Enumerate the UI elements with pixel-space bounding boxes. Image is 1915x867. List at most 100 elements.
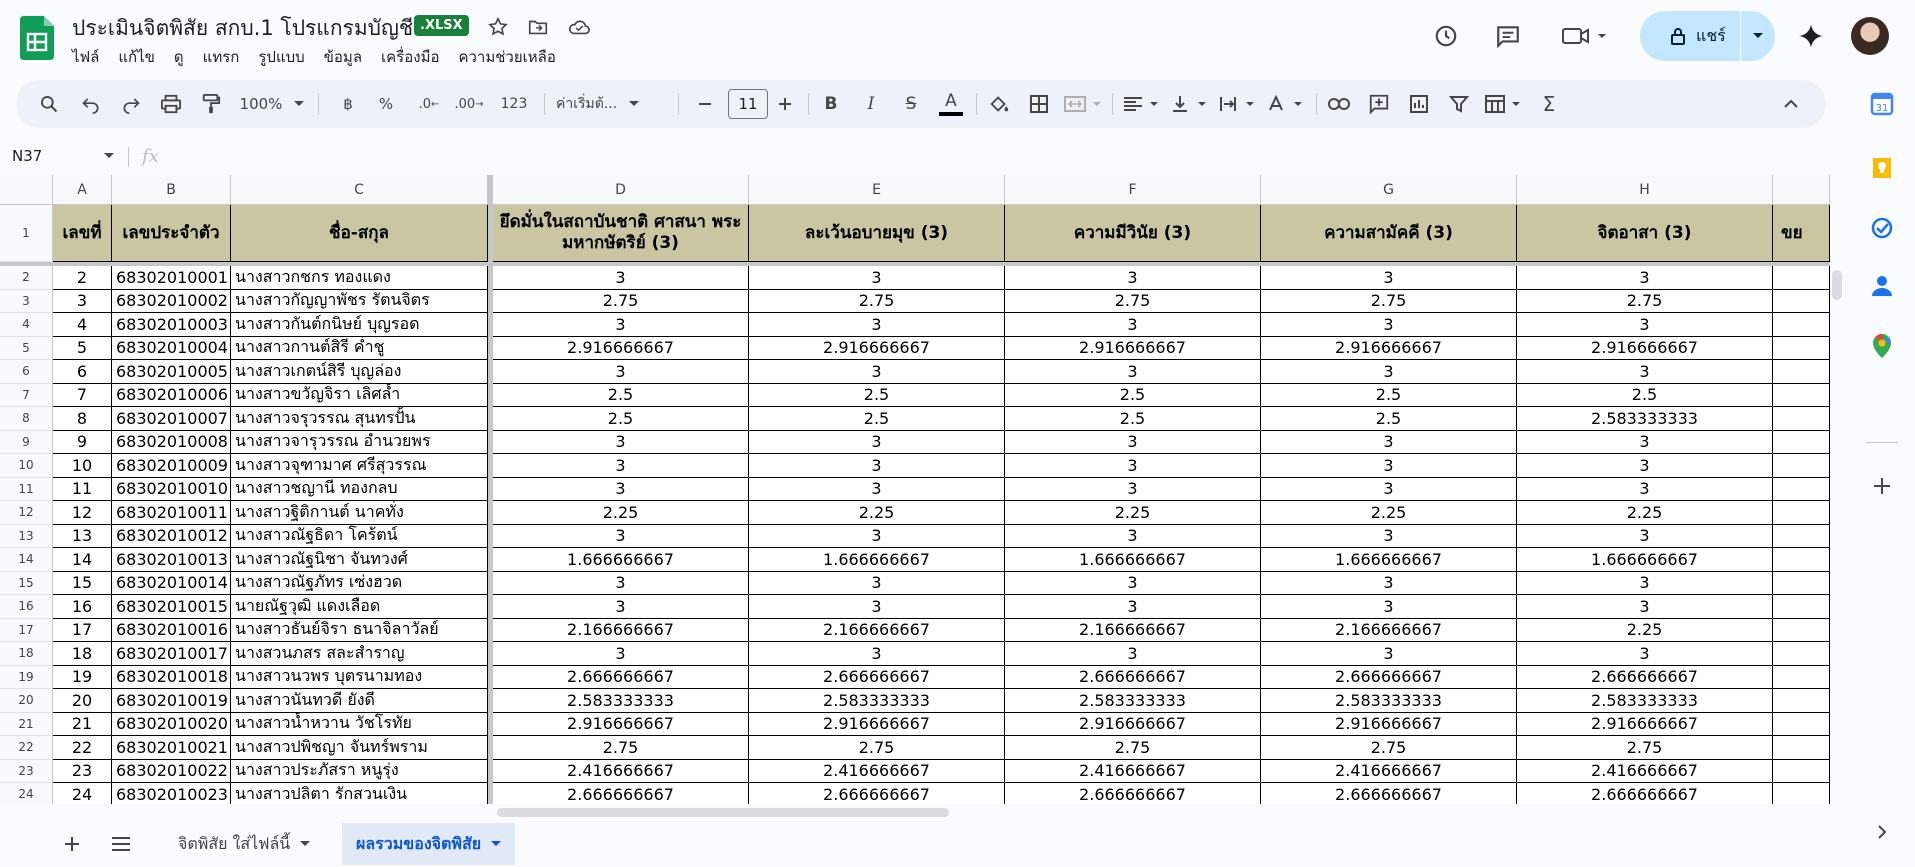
strikethrough-button[interactable]: S [896, 80, 926, 128]
table-cell[interactable]: 2.25 [1261, 501, 1517, 525]
name-box[interactable]: N37 [12, 147, 42, 165]
avatar[interactable] [1851, 17, 1889, 55]
row-header[interactable]: 16 [0, 595, 53, 619]
table-cell[interactable]: 3 [1517, 524, 1773, 548]
move-folder-icon[interactable] [525, 14, 551, 40]
table-cell[interactable]: 3 [1261, 524, 1517, 548]
header-cell[interactable]: จิตอาสา (3) [1517, 205, 1773, 262]
table-cell[interactable]: 3 [1005, 642, 1261, 666]
percent-button[interactable]: % [374, 80, 398, 128]
table-cell[interactable] [1773, 501, 1830, 525]
menu-help[interactable]: ความช่วยเหลือ [458, 45, 564, 69]
history-icon[interactable] [1428, 18, 1464, 54]
insert-chart-icon[interactable] [1404, 80, 1434, 128]
table-cell[interactable]: 2.916666667 [1517, 712, 1773, 736]
sheet-tab-summary[interactable]: ผลรวมของจิตพิสัย [342, 823, 516, 865]
table-cell[interactable]: นายณัฐวุฒิ แดงเลือด [231, 595, 488, 619]
table-cell[interactable]: 68302010009 [112, 454, 231, 478]
row-header[interactable]: 8 [0, 407, 53, 431]
table-cell[interactable]: 3 [1261, 595, 1517, 619]
table-cell[interactable] [1773, 430, 1830, 454]
table-cell[interactable]: 3 [493, 642, 749, 666]
formula-input[interactable] [172, 144, 1812, 170]
table-cell[interactable]: 3 [1005, 595, 1261, 619]
chevron-down-icon[interactable] [104, 153, 114, 159]
table-cell[interactable]: 2.916666667 [1005, 336, 1261, 360]
table-cell[interactable]: 3 [1005, 430, 1261, 454]
table-cell[interactable]: 2.583333333 [493, 689, 749, 713]
table-cell[interactable]: 3 [1005, 266, 1261, 290]
menu-tools[interactable]: เครื่องมือ [381, 45, 448, 69]
column-header-g[interactable]: G [1261, 175, 1517, 205]
table-cell[interactable]: 2.75 [1005, 289, 1261, 313]
all-sheets-icon[interactable] [105, 828, 137, 860]
table-cell[interactable]: 10 [53, 454, 112, 478]
collapse-toolbar-icon[interactable] [1776, 80, 1806, 128]
text-rotation-icon[interactable] [1264, 80, 1308, 128]
row-header[interactable]: 7 [0, 383, 53, 407]
table-cell[interactable]: 3 [1517, 642, 1773, 666]
table-cell[interactable]: 68302010018 [112, 665, 231, 689]
table-cell[interactable] [1773, 383, 1830, 407]
table-cell[interactable]: นางสาวขวัญจิรา เลิศล้ำ [231, 383, 488, 407]
table-cell[interactable]: 18 [53, 642, 112, 666]
row-header[interactable]: 2 [0, 266, 53, 290]
row-header[interactable]: 15 [0, 571, 53, 595]
borders-icon[interactable] [1024, 80, 1054, 128]
table-cell[interactable]: 22 [53, 736, 112, 760]
table-cell[interactable]: 2.916666667 [493, 712, 749, 736]
table-cell[interactable]: 2.25 [1005, 501, 1261, 525]
table-cell[interactable]: 68302010004 [112, 336, 231, 360]
share-button[interactable]: แชร์ [1640, 11, 1775, 61]
table-cell[interactable]: นางสาวจรุวรรณ สุนทรปั้น [231, 407, 488, 431]
table-cell[interactable]: 2.666666667 [1517, 783, 1773, 804]
bold-button[interactable]: B [816, 80, 846, 128]
row-header[interactable]: 4 [0, 313, 53, 337]
zoom-select[interactable]: 100% [238, 80, 306, 128]
font-size-input[interactable]: 11 [728, 89, 768, 119]
table-cell[interactable] [1773, 712, 1830, 736]
table-cell[interactable]: 3 [53, 289, 112, 313]
star-icon[interactable] [485, 14, 511, 40]
table-cell[interactable]: 3 [749, 313, 1005, 337]
table-cell[interactable]: 2.166666667 [493, 618, 749, 642]
header-cell[interactable]: เลขที่ [53, 205, 112, 262]
column-header-h[interactable]: H [1517, 175, 1773, 205]
table-cell[interactable]: 68302010019 [112, 689, 231, 713]
table-cell[interactable] [1773, 689, 1830, 713]
row-header[interactable]: 21 [0, 712, 53, 736]
table-cell[interactable]: 3 [749, 524, 1005, 548]
table-cell[interactable]: 9 [53, 430, 112, 454]
table-cell[interactable]: นางสวนภสร สละสำราญ [231, 642, 488, 666]
table-cell[interactable]: นางสาวจุฑามาศ ศรีสุวรรณ [231, 454, 488, 478]
horizontal-scrollbar[interactable] [497, 808, 949, 817]
table-cell[interactable]: 68302010016 [112, 618, 231, 642]
table-cell[interactable]: 68302010013 [112, 548, 231, 572]
header-cell[interactable]: ความมีวินัย (3) [1005, 205, 1261, 262]
table-cell[interactable]: นางสาวนวพร บุตรนามทอง [231, 665, 488, 689]
fill-color-icon[interactable] [982, 80, 1016, 128]
table-cell[interactable]: 3 [493, 571, 749, 595]
table-cell[interactable]: 2.75 [1261, 736, 1517, 760]
table-cell[interactable]: 2.75 [1261, 289, 1517, 313]
table-cell[interactable]: 3 [1517, 313, 1773, 337]
text-wrapping-icon[interactable] [1216, 80, 1260, 128]
table-cell[interactable]: 2.75 [749, 289, 1005, 313]
row-header[interactable]: 18 [0, 642, 53, 666]
table-cell[interactable]: 2.25 [493, 501, 749, 525]
table-cell[interactable]: 3 [749, 454, 1005, 478]
table-cell[interactable]: 68302010007 [112, 407, 231, 431]
table-cell[interactable]: นางสาวกันต์กนิษย์ บุญรอด [231, 313, 488, 337]
table-cell[interactable]: 3 [1517, 595, 1773, 619]
text-color-button[interactable]: A [934, 80, 968, 128]
table-cell[interactable]: 2.416666667 [1005, 759, 1261, 783]
insert-comment-icon[interactable] [1364, 80, 1394, 128]
table-cell[interactable]: 3 [493, 477, 749, 501]
menu-insert[interactable]: แทรก [203, 45, 249, 69]
menu-view[interactable]: ดู [174, 45, 193, 69]
search-menus-icon[interactable] [34, 80, 64, 128]
table-cell[interactable] [1773, 783, 1830, 804]
row-header[interactable]: 20 [0, 689, 53, 713]
table-cell[interactable]: 2.666666667 [749, 665, 1005, 689]
table-cell[interactable]: 2.666666667 [1261, 783, 1517, 804]
